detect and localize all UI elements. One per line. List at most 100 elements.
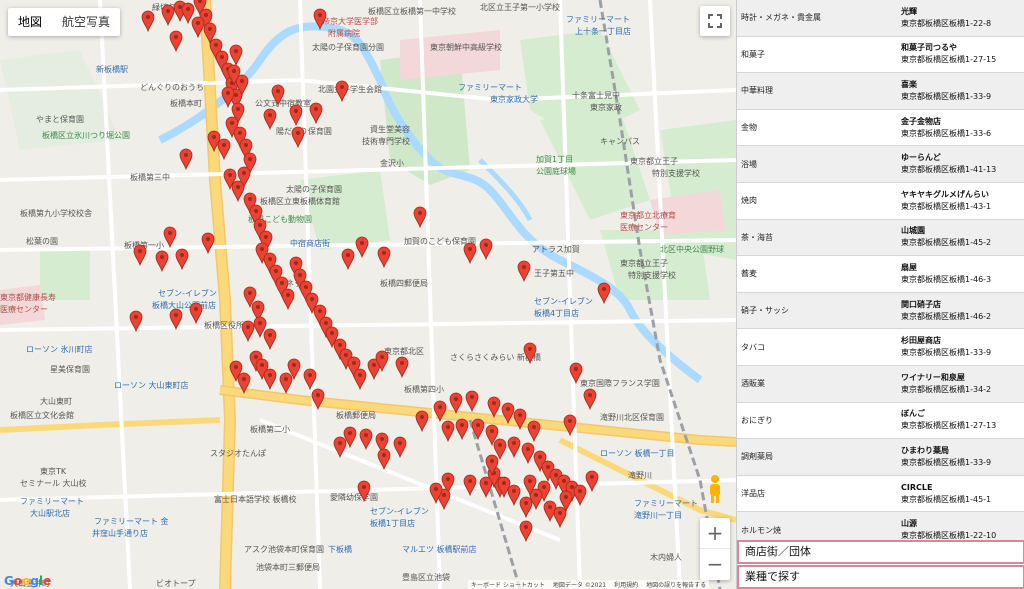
map-marker-icon[interactable]: [133, 244, 147, 266]
map-marker-icon[interactable]: [523, 474, 537, 496]
map-marker-icon[interactable]: [377, 448, 391, 470]
pegman-icon[interactable]: [706, 474, 724, 504]
list-item[interactable]: 茶・海苔 山城園 東京都板橋区板橋1-45-2: [737, 219, 1024, 257]
map-marker-icon[interactable]: [393, 436, 407, 458]
google-logo-letter: e: [43, 574, 52, 588]
map-marker-icon[interactable]: [441, 420, 455, 442]
list-item[interactable]: 蕎麦 扇屋 東京都板橋区板橋1-46-3: [737, 256, 1024, 293]
map-marker-icon[interactable]: [221, 86, 235, 108]
map-marker-icon[interactable]: [191, 16, 205, 38]
map-marker-icon[interactable]: [163, 226, 177, 248]
map-marker-icon[interactable]: [141, 10, 155, 32]
report-error-link[interactable]: 地図の誤りを報告する: [646, 580, 706, 589]
zoom-in-button[interactable]: +: [700, 518, 730, 549]
map-marker-icon[interactable]: [201, 232, 215, 254]
shop-address: 東京都板橋区板橋1-33-9: [901, 348, 992, 358]
map-marker-icon[interactable]: [175, 248, 189, 270]
map-view[interactable]: 緑切り榎帝京大学医学部附属病院北区立王子第一小学校ファミリーマート上十条一丁目店…: [0, 0, 736, 589]
map-marker-icon[interactable]: [507, 436, 521, 458]
map-marker-icon[interactable]: [355, 236, 369, 258]
map-marker-icon[interactable]: [519, 520, 533, 542]
list-item[interactable]: 調剤薬局 ひまわり薬局 東京都板橋区板橋1-33-9: [737, 439, 1024, 476]
industry-filter-button[interactable]: 業種で探す: [737, 565, 1024, 589]
map-marker-icon[interactable]: [471, 418, 485, 440]
list-item[interactable]: ホルモン焼 山源 東京都板橋区板橋1-22-10: [737, 512, 1024, 540]
map-marker-icon[interactable]: [357, 480, 371, 502]
map-marker-icon[interactable]: [375, 350, 389, 372]
map-marker-icon[interactable]: [341, 248, 355, 270]
map-marker-icon[interactable]: [155, 250, 169, 272]
map-marker-icon[interactable]: [129, 310, 143, 332]
map-marker-icon[interactable]: [281, 288, 295, 310]
map-marker-icon[interactable]: [237, 372, 251, 394]
district-filter-button[interactable]: 商店街／団体: [737, 540, 1024, 564]
list-item[interactable]: 酒販業 ワイナリー和泉屋 東京都板橋区板橋1-34-2: [737, 365, 1024, 403]
list-item[interactable]: 焼肉 ヤキヤキグルメげんらい 東京都板橋区板橋1-43-1: [737, 183, 1024, 220]
map-marker-icon[interactable]: [271, 84, 285, 106]
map-marker-icon[interactable]: [429, 482, 443, 504]
map-marker-icon[interactable]: [597, 282, 611, 304]
map-marker-icon[interactable]: [227, 64, 241, 86]
map-type-satellite-button[interactable]: 航空写真: [52, 8, 120, 36]
map-marker-icon[interactable]: [479, 476, 493, 498]
map-marker-icon[interactable]: [523, 342, 537, 364]
map-marker-icon[interactable]: [343, 426, 357, 448]
map-marker-icon[interactable]: [583, 388, 597, 410]
list-item[interactable]: 金物 金子金物店 東京都板橋区板橋1-33-6: [737, 110, 1024, 147]
map-marker-icon[interactable]: [189, 302, 203, 324]
map-marker-icon[interactable]: [263, 108, 277, 130]
map-marker-icon[interactable]: [415, 410, 429, 432]
map-marker-icon[interactable]: [263, 368, 277, 390]
map-marker-icon[interactable]: [311, 388, 325, 410]
terms-link[interactable]: 利用規約: [614, 580, 638, 589]
map-marker-icon[interactable]: [513, 408, 527, 430]
map-marker-icon[interactable]: [463, 242, 477, 264]
list-item[interactable]: 和菓子 和菓子司つるや 東京都板橋区板橋1-27-15: [737, 37, 1024, 74]
map-marker-icon[interactable]: [527, 420, 541, 442]
map-marker-icon[interactable]: [359, 428, 373, 450]
map-marker-icon[interactable]: [335, 80, 349, 102]
map-marker-icon[interactable]: [291, 126, 305, 148]
map-marker-icon[interactable]: [569, 362, 583, 384]
map-marker-icon[interactable]: [169, 30, 183, 52]
map-marker-icon[interactable]: [573, 484, 587, 506]
map-marker-icon[interactable]: [217, 138, 231, 160]
map-marker-icon[interactable]: [309, 102, 323, 124]
map-marker-icon[interactable]: [303, 368, 317, 390]
list-item[interactable]: 中華料理 喜楽 東京都板橋区板橋1-33-9: [737, 73, 1024, 110]
map-type-map-button[interactable]: 地図: [8, 8, 52, 36]
map-marker-icon[interactable]: [377, 246, 391, 268]
map-marker-icon[interactable]: [313, 8, 327, 30]
map-marker-icon[interactable]: [463, 474, 477, 496]
fullscreen-button[interactable]: [700, 6, 730, 36]
map-marker-icon[interactable]: [353, 368, 367, 390]
map-marker-icon[interactable]: [479, 238, 493, 260]
map-marker-icon[interactable]: [485, 454, 499, 476]
map-marker-icon[interactable]: [519, 496, 533, 518]
map-marker-icon[interactable]: [517, 260, 531, 282]
list-item[interactable]: おにぎり ぼんご 東京都板橋区板橋1-27-13: [737, 403, 1024, 440]
map-marker-icon[interactable]: [413, 206, 427, 228]
map-marker-icon[interactable]: [455, 418, 469, 440]
keyboard-shortcuts-link[interactable]: キーボード ショートカット: [471, 580, 545, 589]
map-marker-icon[interactable]: [395, 356, 409, 378]
map-marker-icon[interactable]: [433, 400, 447, 422]
map-marker-icon[interactable]: [287, 358, 301, 380]
map-marker-icon[interactable]: [553, 506, 567, 528]
list-item[interactable]: 硝子・サッシ 関口硝子店 東京都板橋区板橋1-46-2: [737, 292, 1024, 330]
map-marker-icon[interactable]: [289, 104, 303, 126]
map-marker-icon[interactable]: [585, 470, 599, 492]
map-marker-icon[interactable]: [449, 392, 463, 414]
list-item[interactable]: 浴場 ゆーらんど 東京都板橋区板橋1-41-13: [737, 146, 1024, 183]
map-marker-icon[interactable]: [179, 148, 193, 170]
list-item[interactable]: タバコ 杉田屋商店 東京都板橋区板橋1-33-9: [737, 329, 1024, 366]
map-marker-icon[interactable]: [487, 396, 501, 418]
list-item[interactable]: 洋品店 CIRCLE 東京都板橋区板橋1-45-1: [737, 476, 1024, 513]
map-marker-icon[interactable]: [465, 390, 479, 412]
list-item[interactable]: 時計・メガネ・貴金属 光輝 東京都板橋区板橋1-22-8: [737, 0, 1024, 37]
map-marker-icon[interactable]: [563, 414, 577, 436]
map-marker-icon[interactable]: [169, 308, 183, 330]
map-marker-icon[interactable]: [263, 328, 277, 350]
map-marker-icon[interactable]: [507, 484, 521, 506]
zoom-out-button[interactable]: −: [700, 549, 730, 580]
